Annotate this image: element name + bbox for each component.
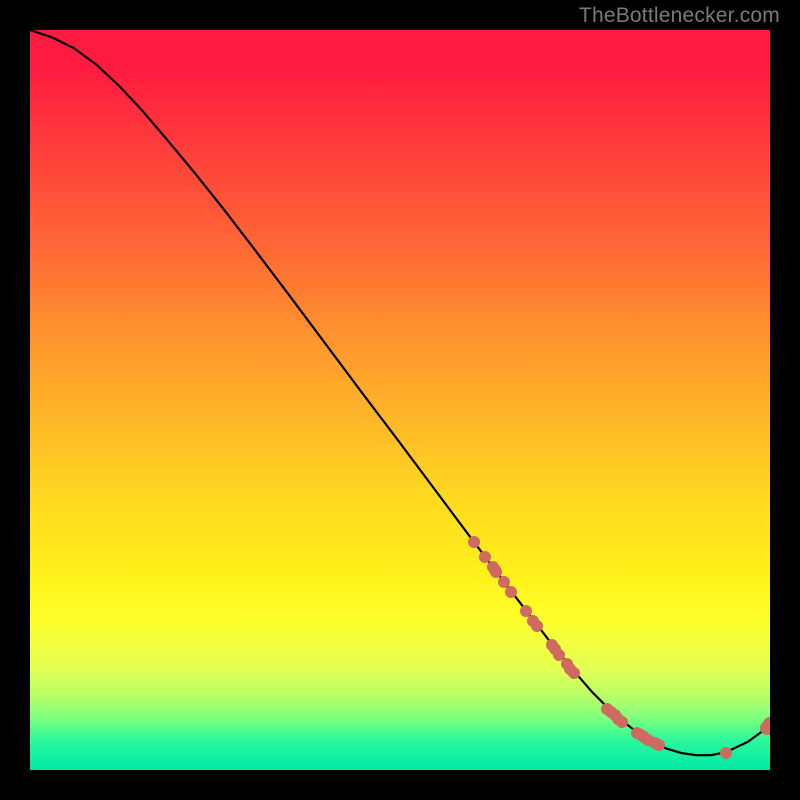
scatter-point	[468, 536, 480, 548]
scatter-point	[505, 586, 517, 598]
curve-layer	[30, 30, 770, 770]
scatter-point	[531, 620, 543, 632]
attribution-text: TheBottlenecker.com	[579, 4, 780, 28]
scatter-point	[653, 739, 665, 751]
chart-stage: TheBottlenecker.com	[0, 0, 800, 800]
scatter-point	[720, 747, 732, 759]
plot-area	[30, 30, 770, 770]
scatter-point	[616, 716, 628, 728]
scatter-point	[568, 667, 580, 679]
curve-path	[30, 30, 770, 755]
